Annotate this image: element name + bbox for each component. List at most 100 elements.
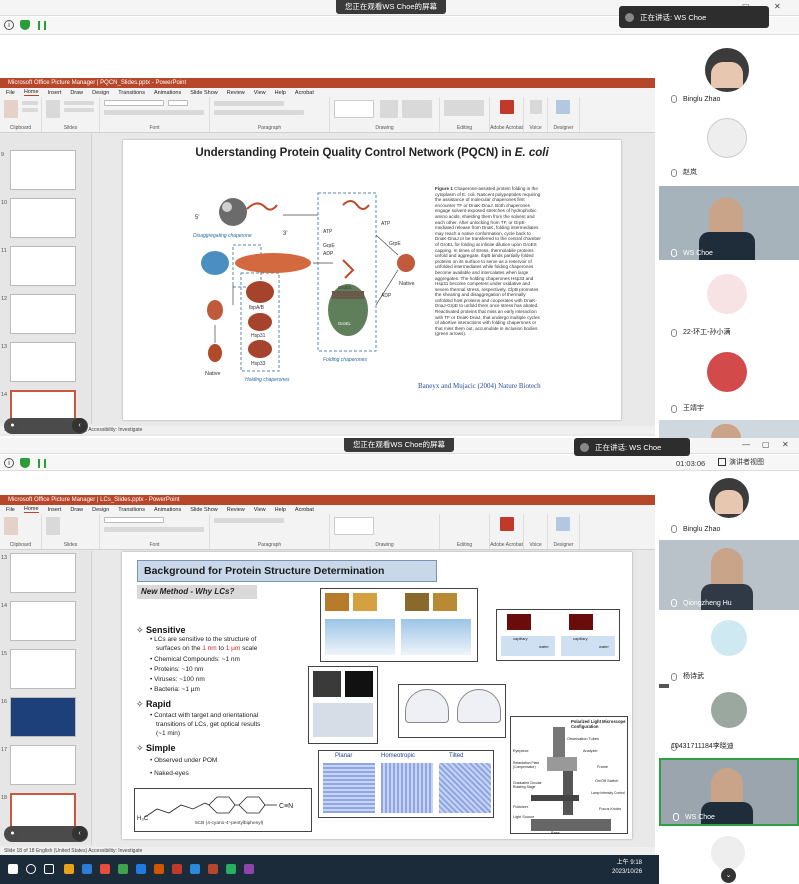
ribbon-paragraph[interactable]: Paragraph bbox=[210, 97, 330, 132]
menu-animations[interactable]: Animations bbox=[154, 90, 181, 96]
app-icon[interactable] bbox=[172, 864, 182, 874]
collapse-icon[interactable]: ‹ bbox=[72, 418, 87, 433]
menu-animations[interactable]: Animations bbox=[154, 507, 181, 513]
ribbon-drawing[interactable]: Drawing bbox=[330, 97, 440, 132]
menu-review[interactable]: Review bbox=[227, 90, 245, 96]
menu-draw[interactable]: Draw bbox=[70, 507, 83, 513]
ribbon-slides[interactable]: Slides bbox=[42, 514, 100, 549]
shield-icon[interactable] bbox=[20, 458, 30, 468]
collapse-icon[interactable]: ‹ bbox=[72, 826, 87, 841]
window-controls[interactable]: — ▢ ✕ bbox=[742, 440, 796, 452]
ribbon-editing[interactable]: Editing bbox=[440, 514, 490, 549]
ribbon-clipboard[interactable]: Clipboard bbox=[0, 97, 42, 132]
menu-view[interactable]: View bbox=[254, 90, 266, 96]
app-icon[interactable] bbox=[190, 864, 200, 874]
app-icon[interactable] bbox=[118, 864, 128, 874]
app-icon[interactable] bbox=[82, 864, 92, 874]
clock[interactable]: 上午 9:18 2023/10/26 bbox=[612, 859, 642, 877]
ribbon-font[interactable]: Font bbox=[100, 514, 210, 549]
close-icon[interactable]: ✕ bbox=[782, 440, 789, 449]
menu-design[interactable]: Design bbox=[92, 90, 109, 96]
video-tile[interactable]: Binglu Zhao bbox=[659, 474, 799, 536]
info-icon[interactable]: i bbox=[4, 20, 14, 30]
ribbon-acrobat[interactable]: Adobe Acrobat bbox=[490, 97, 524, 132]
slide-thumb[interactable] bbox=[10, 649, 76, 689]
menu-draw[interactable]: Draw bbox=[70, 90, 83, 96]
user-icon[interactable]: ● bbox=[5, 826, 20, 841]
menu-view[interactable]: View bbox=[254, 507, 266, 513]
ribbon-slides[interactable]: Slides bbox=[42, 97, 100, 132]
app-icon[interactable] bbox=[154, 864, 164, 874]
menu-file[interactable]: File bbox=[6, 90, 15, 96]
ribbon-editing[interactable]: Editing bbox=[440, 97, 490, 132]
search-icon[interactable] bbox=[26, 864, 36, 874]
info-icon[interactable]: i bbox=[4, 458, 14, 468]
menu-acrobat[interactable]: Acrobat bbox=[295, 507, 314, 513]
video-tile[interactable]: WS Choe bbox=[659, 758, 799, 826]
ribbon-designer[interactable]: Designer bbox=[548, 514, 580, 549]
slide-thumb[interactable] bbox=[10, 553, 76, 593]
slide-thumb[interactable] bbox=[10, 246, 76, 286]
app-icon[interactable] bbox=[64, 864, 74, 874]
menu-review[interactable]: Review bbox=[227, 507, 245, 513]
slide-thumb[interactable] bbox=[10, 342, 76, 382]
slide-thumb[interactable] bbox=[10, 294, 76, 334]
menu-acrobat[interactable]: Acrobat bbox=[295, 90, 314, 96]
app-icon[interactable] bbox=[226, 864, 236, 874]
video-tile[interactable]: WS Choe bbox=[659, 186, 799, 260]
maximize-icon[interactable]: ▢ bbox=[762, 440, 770, 449]
label-folding: Folding chaperones bbox=[323, 357, 367, 363]
video-tile[interactable]: 王靖宇 bbox=[659, 346, 799, 416]
speaker-icon bbox=[625, 12, 634, 22]
menu-design[interactable]: Design bbox=[92, 507, 109, 513]
video-tile[interactable]: 赵岚 bbox=[659, 110, 799, 180]
taskview-icon[interactable] bbox=[44, 864, 54, 874]
menu-slideshow[interactable]: Slide Show bbox=[190, 507, 218, 513]
user-icon[interactable]: ● bbox=[5, 418, 20, 433]
slide-thumb[interactable] bbox=[10, 150, 76, 190]
video-tile[interactable]: Qiongzheng Hu bbox=[659, 540, 799, 610]
menu-transitions[interactable]: Transitions bbox=[118, 507, 145, 513]
participant-name: 10431711184李晓迪 bbox=[671, 743, 734, 750]
floating-control-top[interactable]: ● ‹ bbox=[4, 418, 88, 434]
slide-thumb[interactable] bbox=[10, 601, 76, 641]
chevron-down-icon[interactable]: ⌄ bbox=[721, 868, 736, 883]
app-icon[interactable] bbox=[136, 864, 146, 874]
app-icon[interactable] bbox=[208, 864, 218, 874]
ribbon-paragraph[interactable]: Paragraph bbox=[210, 514, 330, 549]
menu-home[interactable]: Home bbox=[23, 89, 39, 96]
menu-file[interactable]: File bbox=[6, 507, 15, 513]
video-tile[interactable]: Binglu Zhao bbox=[659, 42, 799, 106]
menu-help[interactable]: Help bbox=[275, 90, 286, 96]
video-tile[interactable] bbox=[659, 420, 799, 438]
slide-thumb[interactable] bbox=[10, 745, 76, 785]
ribbon-clipboard[interactable]: Clipboard bbox=[0, 514, 42, 549]
video-tile[interactable]: 10431711184李晓迪 bbox=[659, 688, 799, 754]
menu-transitions[interactable]: Transitions bbox=[118, 90, 145, 96]
app-icon[interactable] bbox=[244, 864, 254, 874]
ribbon-designer[interactable]: Designer bbox=[548, 97, 580, 132]
floating-control-bottom[interactable]: ● ‹ bbox=[4, 826, 88, 842]
slide-thumb[interactable] bbox=[10, 198, 76, 238]
ribbon-voice[interactable]: Voice bbox=[524, 97, 548, 132]
video-tile[interactable]: 22-环工-孙小满 bbox=[659, 266, 799, 340]
minimize-icon[interactable]: — bbox=[742, 440, 750, 449]
slide-thumbnails: 9 10 11 12 13 14 bbox=[0, 134, 92, 430]
view-button[interactable]: 演讲者视图 bbox=[718, 456, 796, 470]
menu-home[interactable]: Home bbox=[23, 506, 39, 513]
ribbon-acrobat[interactable]: Adobe Acrobat bbox=[490, 514, 524, 549]
ribbon-font[interactable]: Font bbox=[100, 97, 210, 132]
video-tile[interactable]: ⌄ bbox=[659, 830, 799, 884]
app-icon[interactable] bbox=[100, 864, 110, 874]
menu-help[interactable]: Help bbox=[275, 507, 286, 513]
close-icon[interactable]: ✕ bbox=[774, 2, 781, 11]
start-icon[interactable] bbox=[8, 864, 18, 874]
menu-slideshow[interactable]: Slide Show bbox=[190, 90, 218, 96]
menu-insert[interactable]: Insert bbox=[48, 507, 62, 513]
slide-thumb[interactable] bbox=[10, 697, 76, 737]
ribbon-voice[interactable]: Voice bbox=[524, 514, 548, 549]
ribbon-drawing[interactable]: Drawing bbox=[330, 514, 440, 549]
menu-insert[interactable]: Insert bbox=[48, 90, 62, 96]
video-tile[interactable]: 杨诗武 bbox=[659, 614, 799, 684]
shield-icon[interactable] bbox=[20, 20, 30, 30]
